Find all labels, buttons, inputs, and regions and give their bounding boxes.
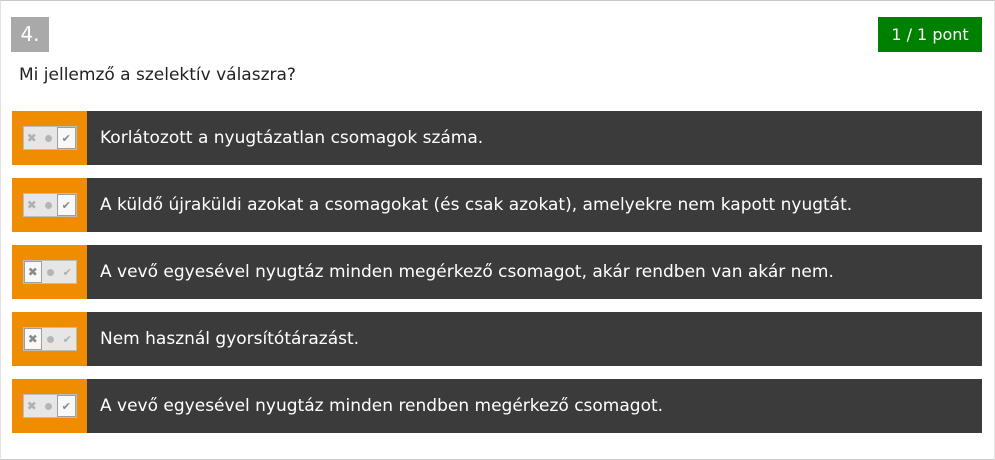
- dot-icon[interactable]: [42, 328, 59, 350]
- answer-option-4: ✖ ✔ Nem használ gyorsítótárazást.: [12, 312, 982, 366]
- question-number: 4.: [11, 17, 49, 52]
- answer-option-3: ✖ ✔ A vevő egyesével nyugtáz minden megé…: [12, 245, 982, 299]
- answer-toggle-container: ✖ ✔: [12, 312, 87, 366]
- x-icon[interactable]: ✖: [24, 127, 41, 149]
- answer-text: A küldő újraküldi azokat a csomagokat (é…: [100, 195, 853, 215]
- dot-icon[interactable]: [40, 395, 57, 417]
- x-icon[interactable]: ✖: [24, 395, 41, 417]
- answer-text: Nem használ gyorsítótárazást.: [100, 329, 360, 349]
- question-card: 4. 1 / 1 pont Mi jellemző a szelektív vá…: [0, 0, 995, 460]
- answer-option-5: ✖ ✔ A vevő egyesével nyugtáz minden rend…: [12, 379, 982, 433]
- answer-option-2: ✖ ✔ A küldő újraküldi azokat a csomagoka…: [12, 178, 982, 232]
- check-icon[interactable]: ✔: [59, 328, 76, 350]
- answer-option-1: ✖ ✔ Korlátozott a nyugtázatlan csomagok …: [12, 111, 982, 165]
- answer-toggle-container: ✖ ✔: [12, 111, 87, 165]
- answer-text: Korlátozott a nyugtázatlan csomagok szám…: [100, 128, 484, 148]
- answer-toggle-1[interactable]: ✖ ✔: [22, 126, 77, 150]
- answer-text: A vevő egyesével nyugtáz minden megérkez…: [100, 262, 834, 282]
- check-icon[interactable]: ✔: [56, 395, 76, 417]
- score-badge: 1 / 1 pont: [878, 17, 982, 52]
- x-icon[interactable]: ✖: [23, 261, 43, 283]
- answer-toggle-4[interactable]: ✖ ✔: [22, 327, 77, 351]
- answer-toggle-container: ✖ ✔: [12, 379, 87, 433]
- x-icon[interactable]: ✖: [23, 328, 43, 350]
- answer-toggle-3[interactable]: ✖ ✔: [22, 260, 77, 284]
- answer-toggle-2[interactable]: ✖ ✔: [22, 193, 77, 217]
- answer-toggle-container: ✖ ✔: [12, 245, 87, 299]
- dot-icon[interactable]: [40, 127, 57, 149]
- dot-icon[interactable]: [40, 194, 57, 216]
- check-icon[interactable]: ✔: [56, 127, 76, 149]
- x-icon[interactable]: ✖: [24, 194, 41, 216]
- answer-text: A vevő egyesével nyugtáz minden rendben …: [100, 396, 664, 416]
- answer-toggle-5[interactable]: ✖ ✔: [22, 394, 77, 418]
- question-text: Mi jellemző a szelektív válaszra?: [19, 65, 296, 85]
- dot-icon[interactable]: [42, 261, 59, 283]
- answer-list: ✖ ✔ Korlátozott a nyugtázatlan csomagok …: [12, 111, 982, 446]
- check-icon[interactable]: ✔: [59, 261, 76, 283]
- answer-toggle-container: ✖ ✔: [12, 178, 87, 232]
- check-icon[interactable]: ✔: [56, 194, 76, 216]
